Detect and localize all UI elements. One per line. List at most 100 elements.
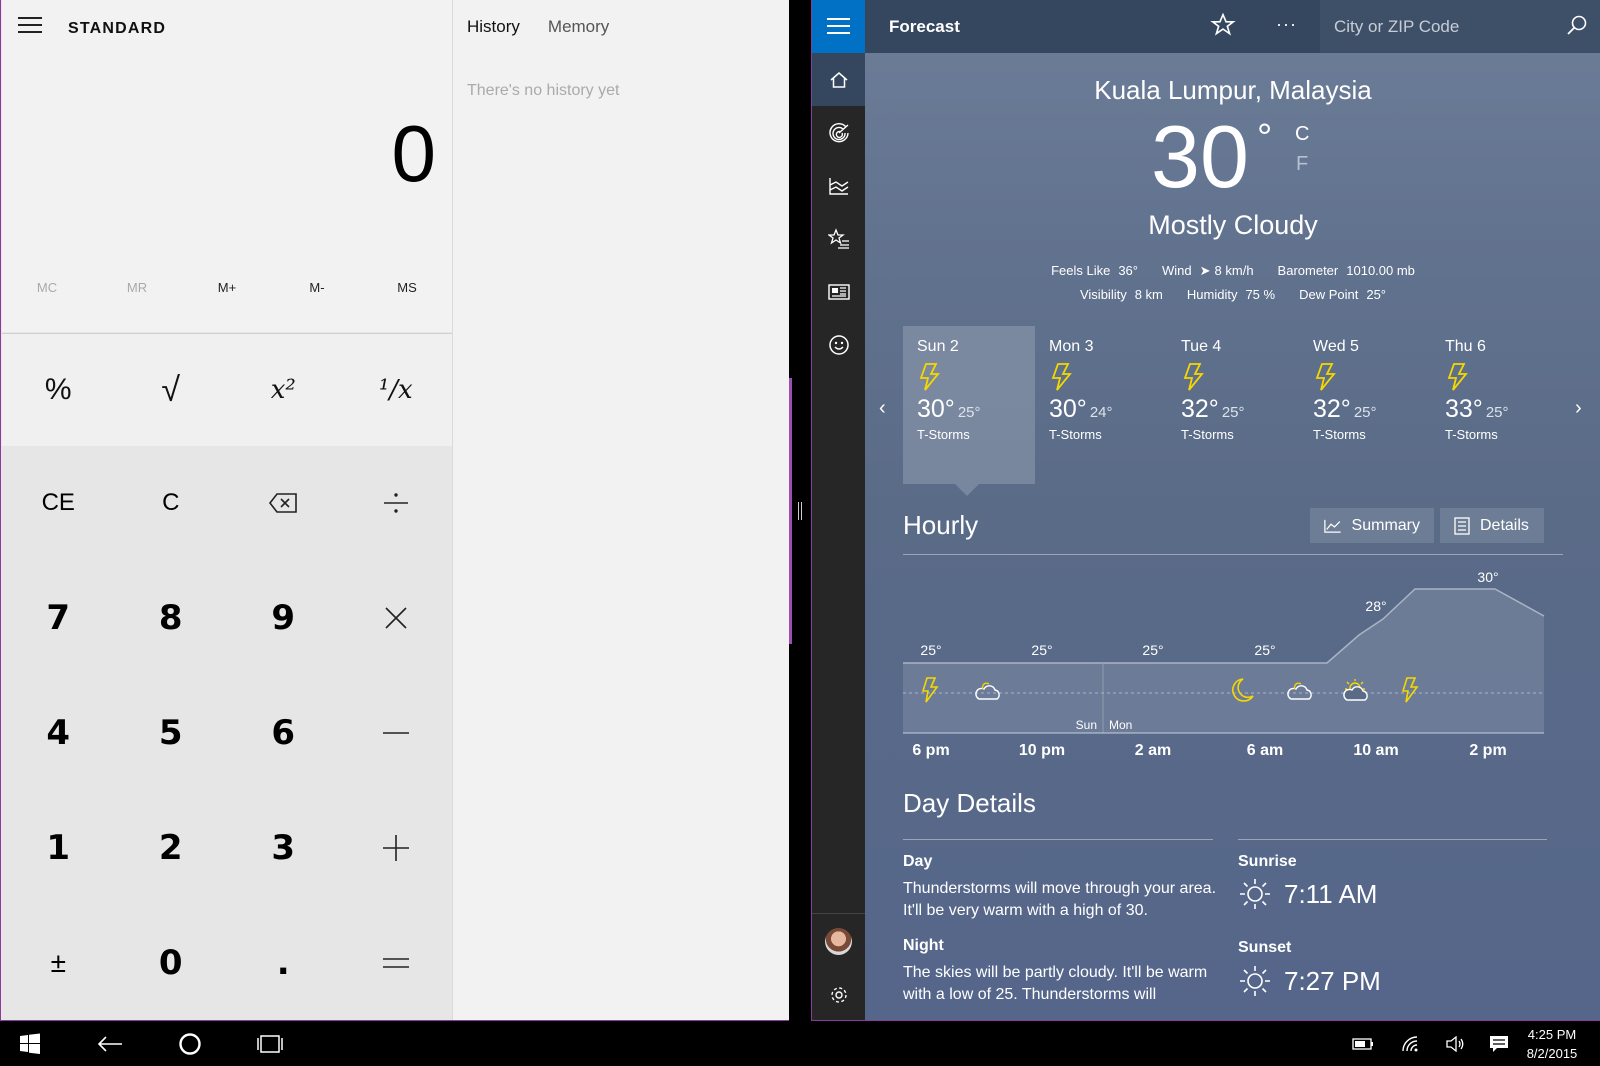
square-button[interactable]: x² xyxy=(227,334,340,446)
history-empty-message: There's no history yet xyxy=(467,82,620,99)
subtract-button[interactable] xyxy=(340,676,453,791)
day-mark-label: Sun xyxy=(1076,718,1097,732)
digit-5-button[interactable]: 5 xyxy=(115,676,228,791)
equals-button[interactable] xyxy=(340,905,453,1020)
task-view-icon xyxy=(257,1034,283,1053)
hourly-summary-button[interactable]: Summary xyxy=(1310,508,1434,543)
sidebar-item-maps[interactable] xyxy=(812,106,865,159)
task-view-button[interactable] xyxy=(250,1021,290,1066)
day-card[interactable]: Mon 3 30° 24° T-Storms xyxy=(1035,326,1167,484)
add-button[interactable] xyxy=(340,790,453,905)
stat-label: Visibility xyxy=(1079,287,1127,302)
night-description: The skies will be partly cloudy. It'll b… xyxy=(903,964,1208,1003)
unit-celsius-toggle[interactable]: C xyxy=(1295,123,1309,146)
stat-feels-like: Feels Like 36° xyxy=(1051,263,1138,279)
divide-icon xyxy=(383,493,408,514)
equals-icon xyxy=(382,957,409,968)
hamburger-menu-icon[interactable] xyxy=(812,0,865,53)
sidebar-item-home[interactable] xyxy=(812,53,865,106)
places-star-list-icon xyxy=(827,227,849,249)
day-card[interactable]: Wed 5 32° 25° T-Storms xyxy=(1299,326,1431,484)
day-card[interactable]: Sun 2 30° 25° T-Storms xyxy=(903,326,1035,484)
digit-7-button[interactable]: 7 xyxy=(2,561,115,676)
backspace-button[interactable] xyxy=(227,446,340,561)
hamburger-menu-icon[interactable] xyxy=(16,17,44,39)
previous-days-arrow-icon[interactable]: ‹ xyxy=(879,397,886,420)
memory-recall-button[interactable]: MR xyxy=(92,280,182,295)
stat-visibility: Visibility 8 km xyxy=(1080,287,1163,302)
sun-times-separator xyxy=(1238,839,1547,840)
hourly-time-label: 10 am xyxy=(1353,742,1398,759)
stat-dew-point: Dew Point 25° xyxy=(1299,287,1386,302)
start-button[interactable] xyxy=(10,1021,50,1066)
tab-history[interactable]: History xyxy=(467,17,520,37)
clear-button[interactable]: C xyxy=(115,446,228,561)
memory-store-button[interactable]: MS xyxy=(362,280,452,295)
more-options-icon[interactable]: ··· xyxy=(1276,14,1297,35)
day-card[interactable]: Thu 6 33° 25° T-Storms xyxy=(1431,326,1563,484)
city-search-input[interactable] xyxy=(1320,0,1600,53)
unit-fahrenheit-toggle[interactable]: F xyxy=(1296,153,1308,176)
action-center-icon[interactable] xyxy=(1484,1021,1514,1066)
gear-icon xyxy=(830,986,847,1003)
next-days-arrow-icon[interactable]: › xyxy=(1575,397,1582,420)
details-label: Details xyxy=(1480,516,1529,534)
news-icon xyxy=(827,283,850,300)
tab-memory[interactable]: Memory xyxy=(548,17,609,37)
digit-3-button[interactable]: 3 xyxy=(227,790,340,905)
stat-value: 75 % xyxy=(1245,287,1276,302)
memory-clear-button[interactable]: MC xyxy=(2,280,92,295)
sidebar-item-feedback[interactable] xyxy=(812,318,865,371)
day-high: 32° xyxy=(1181,395,1219,423)
percent-button[interactable]: % xyxy=(2,334,115,446)
hourly-time-label: 2 pm xyxy=(1469,742,1506,759)
digit-6-button[interactable]: 6 xyxy=(227,676,340,791)
cortana-button[interactable] xyxy=(170,1021,210,1066)
day-card[interactable]: Tue 4 32° 25° T-Storms xyxy=(1167,326,1299,484)
memory-subtract-button[interactable]: M- xyxy=(272,280,362,295)
memory-add-button[interactable]: M+ xyxy=(182,280,272,295)
day-high: 33° xyxy=(1445,395,1483,423)
negate-button[interactable]: ± xyxy=(2,905,115,1020)
digit-8-button[interactable]: 8 xyxy=(115,561,228,676)
back-button[interactable] xyxy=(90,1021,130,1066)
volume-icon[interactable] xyxy=(1440,1021,1470,1066)
reciprocal-button[interactable]: ¹/x xyxy=(340,334,453,446)
hourly-temp-label: 25° xyxy=(1031,642,1052,658)
day-condition: T-Storms xyxy=(1181,427,1234,442)
sunset-heading: Sunset xyxy=(1238,939,1292,956)
day-high: 30° xyxy=(917,395,955,423)
wifi-icon[interactable] xyxy=(1396,1021,1426,1066)
hourly-details-button[interactable]: Details xyxy=(1440,508,1544,543)
search-icon[interactable] xyxy=(1565,14,1589,43)
day-low: 25° xyxy=(957,404,981,421)
home-icon xyxy=(830,71,847,88)
digit-0-button[interactable]: 0 xyxy=(115,905,228,1020)
hourly-time-label: 6 pm xyxy=(912,742,949,759)
favorite-star-icon[interactable] xyxy=(1210,12,1236,45)
digit-4-button[interactable]: 4 xyxy=(2,676,115,791)
digit-1-button[interactable]: 1 xyxy=(2,790,115,905)
battery-icon[interactable] xyxy=(1348,1021,1378,1066)
digit-2-button[interactable]: 2 xyxy=(115,790,228,905)
sidebar-item-historical[interactable] xyxy=(812,159,865,212)
sidebar-item-settings[interactable] xyxy=(812,968,865,1020)
sunrise-row: 7:11 AM xyxy=(1238,877,1377,911)
day-condition: T-Storms xyxy=(1049,427,1102,442)
sidebar-item-news[interactable] xyxy=(812,265,865,318)
clear-entry-button[interactable]: CE xyxy=(2,446,115,561)
divider-grip-handle[interactable] xyxy=(798,502,802,520)
avatar[interactable] xyxy=(825,928,852,955)
day-low: 25° xyxy=(1221,404,1245,421)
lightning-icon xyxy=(917,362,1021,392)
taskbar-clock[interactable]: 4:25 PM 8/2/2015 xyxy=(1512,1025,1592,1063)
multiply-button[interactable] xyxy=(340,561,453,676)
day-name: Thu 6 xyxy=(1445,338,1486,355)
hourly-time-label: 6 am xyxy=(1247,742,1283,759)
square-root-button[interactable]: √ xyxy=(115,334,228,446)
decimal-button[interactable]: . xyxy=(227,905,340,1020)
digit-9-button[interactable]: 9 xyxy=(227,561,340,676)
divide-button[interactable] xyxy=(340,446,453,561)
stat-value: 25° xyxy=(1366,287,1387,302)
sidebar-item-places[interactable] xyxy=(812,212,865,265)
